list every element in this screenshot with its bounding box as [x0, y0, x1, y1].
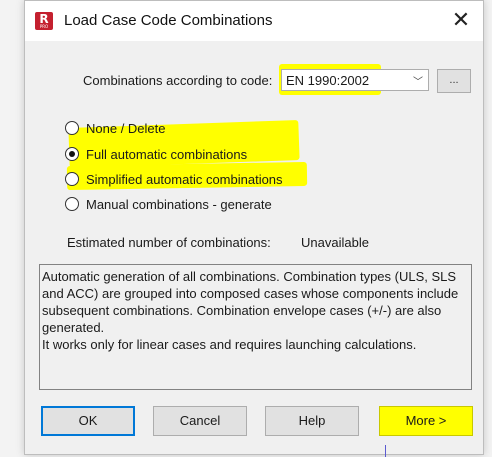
- radio-label: Manual combinations - generate: [86, 197, 272, 212]
- cancel-button[interactable]: Cancel: [153, 406, 247, 436]
- chevron-down-icon: ﹀: [413, 77, 423, 88]
- dialog-window: R PRO Load Case Code Combinations ✕ Comb…: [24, 0, 484, 455]
- robot-app-icon: R PRO: [35, 12, 53, 30]
- code-select[interactable]: EN 1990:2002 ﹀: [281, 69, 429, 91]
- description-text: Automatic generation of all combinations…: [42, 269, 459, 335]
- description-text-note: It works only for linear cases and requi…: [42, 337, 417, 352]
- radio-dot[interactable]: [65, 172, 79, 186]
- title-bar[interactable]: R PRO Load Case Code Combinations ✕: [25, 1, 483, 41]
- radio-dot[interactable]: [65, 121, 79, 135]
- background-edge: [385, 445, 386, 457]
- radio-label: Full automatic combinations: [86, 147, 248, 162]
- more-button[interactable]: More >: [379, 406, 473, 436]
- radio-label: Simplified automatic combinations: [86, 172, 283, 187]
- description-box: Automatic generation of all combinations…: [39, 264, 472, 390]
- help-button[interactable]: Help: [265, 406, 359, 436]
- estimate-value: Unavailable: [301, 235, 369, 250]
- radio-label: None / Delete: [86, 121, 166, 136]
- code-select-value: EN 1990:2002: [286, 73, 370, 88]
- dialog-title: Load Case Code Combinations: [64, 12, 273, 29]
- radio-dot[interactable]: [65, 197, 79, 211]
- browse-code-button[interactable]: ...: [437, 69, 471, 93]
- estimate-label: Estimated number of combinations:: [67, 235, 271, 250]
- close-icon[interactable]: ✕: [439, 1, 483, 41]
- ok-button[interactable]: OK: [41, 406, 135, 436]
- radio-dot-selected[interactable]: [65, 147, 79, 161]
- code-label: Combinations according to code:: [83, 73, 273, 88]
